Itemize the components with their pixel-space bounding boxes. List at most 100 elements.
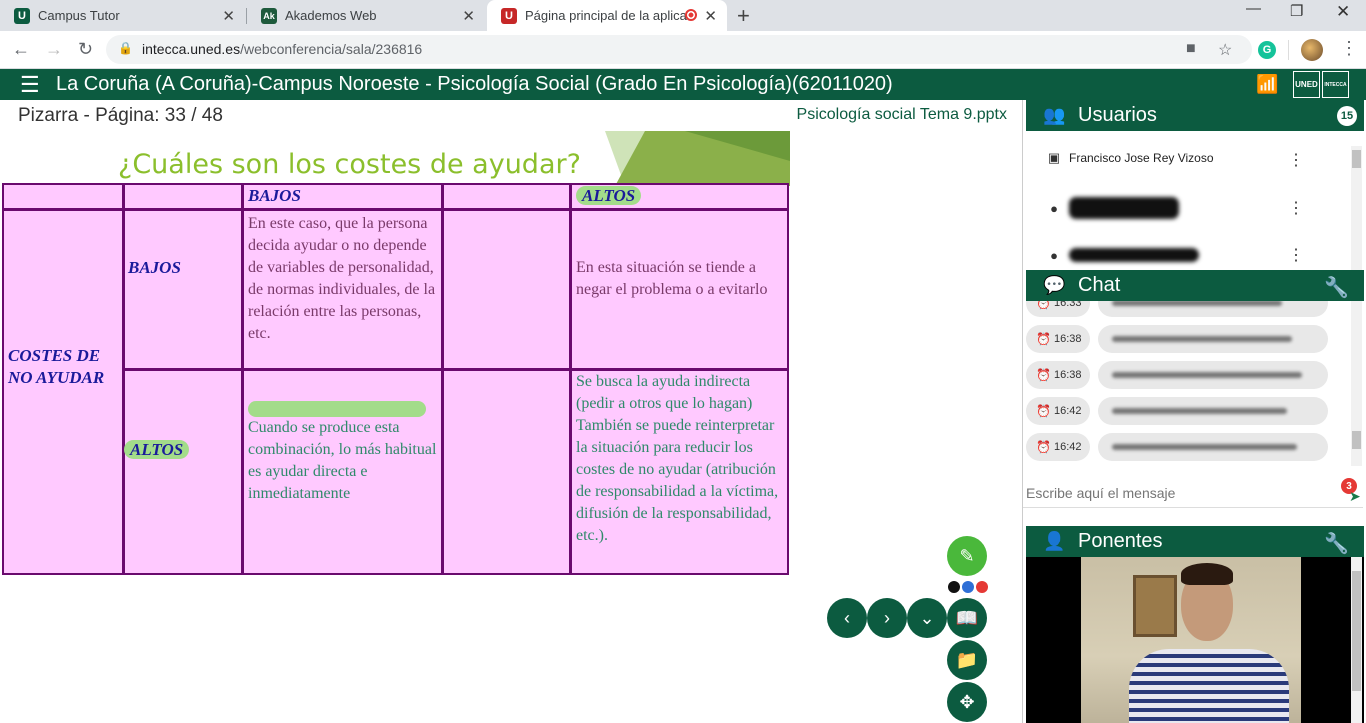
slide-decoration-shape: [605, 131, 790, 186]
speaker-video-frame: [1081, 557, 1301, 723]
users-panel-title: Usuarios: [1078, 104, 1157, 126]
table-row-divider: [4, 208, 787, 211]
tab-campus-tutor[interactable]: U Campus Tutor ✕: [0, 0, 245, 31]
hamburger-menu-icon[interactable]: ☰: [20, 72, 40, 98]
speaker-video[interactable]: [1026, 557, 1364, 723]
col-header-bajos: BAJOS: [248, 186, 301, 205]
move-arrows-button[interactable]: ✥: [947, 682, 987, 722]
table-col-divider: [569, 185, 572, 573]
chat-scrollbar[interactable]: [1351, 301, 1362, 466]
minimize-icon[interactable]: —: [1246, 0, 1261, 17]
tab-akademos-web[interactable]: Ak Akademos Web ✕: [247, 0, 485, 31]
url-text: intecca.uned.es/webconferencia/sala/2368…: [142, 41, 423, 57]
table-col-divider: [241, 185, 244, 573]
presentation-filename: Psicología social Tema 9.pptx: [796, 106, 1007, 123]
camera-icon[interactable]: ■: [1186, 40, 1196, 58]
color-blue-swatch[interactable]: [962, 581, 974, 593]
speakers-settings-wrench-icon[interactable]: 🔧: [1324, 531, 1349, 556]
bookmark-star-icon[interactable]: ☆: [1218, 40, 1232, 60]
chat-panel-title: Chat: [1078, 274, 1121, 296]
next-page-button[interactable]: ›: [867, 598, 907, 638]
users-count-badge: 15: [1337, 106, 1357, 126]
wall-picture: [1133, 575, 1177, 637]
grammarly-icon[interactable]: G: [1258, 41, 1276, 59]
cell-bajos-bajos: En este caso, que la persona decida ayud…: [248, 215, 436, 342]
speaker-user-icon: 👤: [1043, 531, 1066, 551]
new-tab-icon[interactable]: +: [737, 3, 750, 29]
cell-bajos-altos: En esta situación se tiende a negar el p…: [576, 259, 768, 298]
slide-heading: ¿Cuáles son los costes de ayudar?: [118, 149, 581, 180]
col-header-altos: ALTOS: [576, 186, 642, 205]
speakers-scrollbar[interactable]: [1351, 557, 1362, 723]
tab-title: Akademos Web: [285, 8, 377, 23]
color-red-swatch[interactable]: [976, 581, 988, 593]
restore-icon[interactable]: ❐: [1290, 2, 1303, 20]
cell-altos-bajos: Cuando se produce esta combinación, lo m…: [248, 419, 437, 502]
row-header-bajos: BAJOS: [128, 258, 181, 277]
user-options-icon[interactable]: ⋮: [1288, 150, 1304, 170]
user-icon: ●: [1050, 200, 1058, 216]
uned-logo: UNED: [1293, 71, 1320, 98]
reload-icon[interactable]: ↻: [78, 39, 93, 60]
user-list-item[interactable]: ●: [1047, 197, 1179, 219]
row-label-costes-no-ayudar: COSTES DE NO AYUDAR: [8, 346, 105, 387]
redacted-user-name: [1069, 197, 1179, 219]
close-tab-icon[interactable]: ✕: [222, 7, 235, 25]
forward-icon[interactable]: →: [45, 39, 63, 60]
user-list-item[interactable]: ●: [1047, 245, 1199, 265]
table-col-divider: [441, 185, 444, 573]
user-options-icon[interactable]: ⋮: [1288, 245, 1304, 265]
omnibox[interactable]: 🔒 intecca.uned.es/webconferencia/sala/23…: [106, 35, 1252, 64]
user-icon: ●: [1050, 247, 1058, 263]
table-col-divider: [122, 185, 125, 573]
redacted-user-name: [1069, 248, 1199, 262]
tab-pagina-principal[interactable]: U Página principal de la aplicac ✕: [487, 0, 727, 31]
send-message-icon[interactable]: ➤: [1349, 488, 1361, 505]
recording-indicator-icon: [685, 9, 697, 21]
row-header-altos: ALTOS: [124, 440, 190, 459]
whiteboard-header: Pizarra - Página: 33 / 48 Psicología soc…: [0, 100, 1022, 131]
speaker-hair: [1181, 563, 1233, 585]
previous-page-button[interactable]: ‹: [827, 598, 867, 638]
whiteboard-page-title: Pizarra - Página: 33 / 48: [18, 105, 223, 126]
speakers-panel-header[interactable]: 👤 Ponentes 🔧: [1026, 526, 1364, 557]
toolbar-divider: [1288, 40, 1289, 60]
akademos-favicon-icon: Ak: [261, 7, 277, 24]
book-pages-button[interactable]: 📖: [947, 598, 987, 638]
chat-message-input[interactable]: [1026, 483, 1326, 503]
users-group-icon: 👥: [1043, 105, 1066, 125]
back-icon[interactable]: ←: [12, 39, 30, 60]
browser-menu-icon[interactable]: ⋮: [1340, 38, 1358, 59]
address-bar-row: ← → ↻ 🔒 intecca.uned.es/webconferencia/s…: [0, 31, 1366, 69]
tab-title: Campus Tutor: [38, 8, 120, 23]
close-tab-icon[interactable]: ✕: [704, 7, 717, 25]
folder-button[interactable]: 📁: [947, 640, 987, 680]
connection-wifi-icon[interactable]: 📶: [1256, 74, 1278, 95]
color-black-swatch[interactable]: [948, 581, 960, 593]
user-list-item[interactable]: ▣ Francisco Jose Rey Vizoso: [1047, 148, 1214, 168]
chat-panel-header[interactable]: 💬 Chat 🔧: [1026, 270, 1364, 301]
room-title: La Coruña (A Coruña)-Campus Noroeste - P…: [56, 73, 893, 95]
costs-table: BAJOS ALTOS COSTES DE NO AYUDAR BAJOS AL…: [2, 183, 789, 575]
uned-red-favicon-icon: U: [501, 7, 517, 24]
chat-messages: ⏰ 16:33 ⏰ 16:38 ⏰ 16:38 ⏰ 16:42 ⏰ 16:42: [1023, 301, 1345, 466]
profile-avatar[interactable]: [1301, 39, 1323, 61]
user-options-icon[interactable]: ⋮: [1288, 198, 1304, 218]
close-window-icon[interactable]: ✕: [1336, 2, 1350, 22]
right-side-panel: 👥 Usuarios 15 ▣ Francisco Jose Rey Vizos…: [1022, 100, 1366, 723]
collapse-chevron-button[interactable]: ⌄: [907, 598, 947, 638]
speakers-panel-title: Ponentes: [1078, 530, 1163, 552]
app-header: ☰ La Coruña (A Coruña)-Campus Noroeste -…: [0, 69, 1366, 100]
lock-icon: 🔒: [118, 41, 133, 55]
user-name: Francisco Jose Rey Vizoso: [1069, 151, 1214, 165]
intecca-logo: INTECCA: [1322, 71, 1349, 98]
chat-bubble-icon: 💬: [1043, 275, 1066, 295]
speaker-striped-shirt: [1129, 649, 1289, 723]
slide-content: ¿Cuáles son los costes de ayudar? BAJOS …: [0, 131, 790, 576]
users-panel-header[interactable]: 👥 Usuarios 15: [1026, 100, 1364, 131]
pen-tool-button[interactable]: ✎: [947, 536, 987, 576]
users-scrollbar[interactable]: [1351, 146, 1362, 270]
chat-settings-wrench-icon[interactable]: 🔧: [1324, 275, 1349, 300]
highlight-mark: [248, 401, 426, 417]
close-tab-icon[interactable]: ✕: [462, 7, 475, 25]
